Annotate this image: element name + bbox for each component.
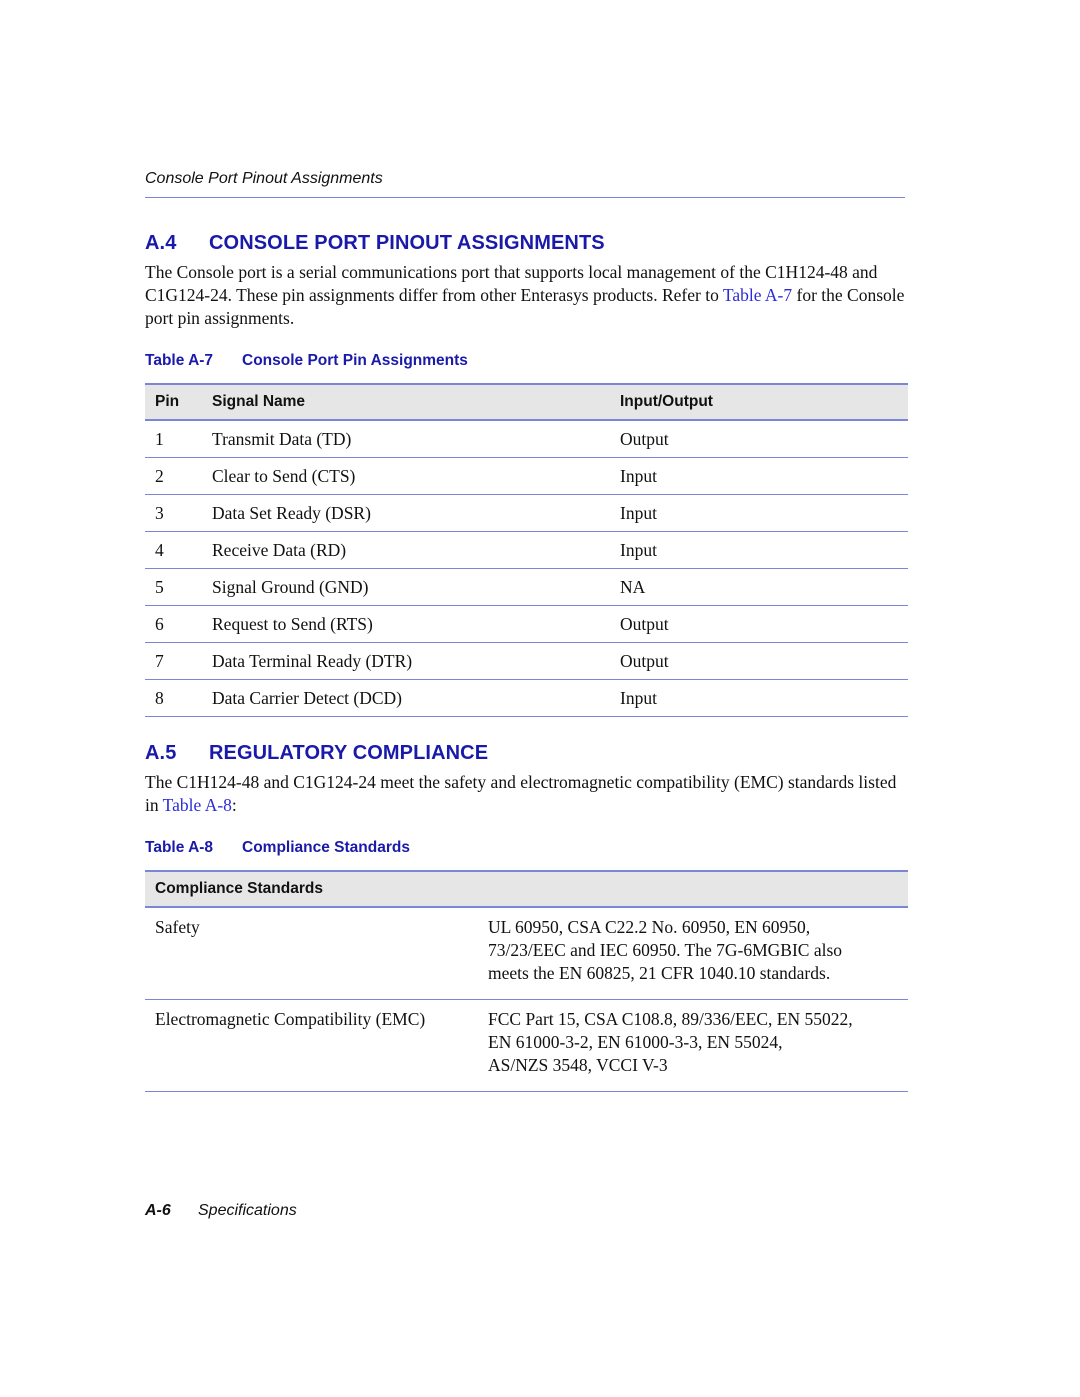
table-row: 3 Data Set Ready (DSR) Input [145,494,908,532]
pin-cell: 1 [145,420,202,458]
document-page: Console Port Pinout Assignments A.4 CONSO… [0,0,1080,1397]
standards-line: FCC Part 15, CSA C108.8, 89/336/EEC, EN … [488,1009,853,1029]
paragraph-text: The C1H124-48 and C1G124-24 meet the saf… [145,772,897,815]
section-a5-paragraph: The C1H124-48 and C1G124-24 meet the saf… [145,771,910,817]
standards-cell: FCC Part 15, CSA C108.8, 89/336/EEC, EN … [478,999,908,1092]
table-a8-link[interactable]: Table A-8 [163,795,232,815]
table-a7-link[interactable]: Table A-7 [723,285,792,305]
compliance-standards-table: Compliance Standards Safety UL 60950, CS… [145,870,908,1092]
caption-number: Table A-8 [145,839,214,856]
signal-cell: Data Carrier Detect (DCD) [202,679,610,717]
standards-line: 73/23/EEC and IEC 60950. The 7G-6MGBIC a… [488,940,843,960]
header-signal-name: Signal Name [202,383,610,421]
io-cell: NA [610,568,908,606]
table-row: 7 Data Terminal Ready (DTR) Output [145,642,908,680]
running-head: Console Port Pinout Assignments [145,170,383,187]
section-title: REGULATORY COMPLIANCE [209,742,489,764]
header-pin: Pin [145,383,202,421]
pin-cell: 3 [145,494,202,532]
pin-cell: 7 [145,642,202,680]
table-row: 1 Transmit Data (TD) Output [145,420,908,458]
io-cell: Input [610,531,908,569]
table-row: 5 Signal Ground (GND) NA [145,568,908,606]
standards-line: UL 60950, CSA C22.2 No. 60950, EN 60950, [488,917,811,937]
category-cell: Safety [145,907,478,1000]
chapter-title: Specifications [198,1202,297,1219]
standards-line: meets the EN 60825, 21 CFR 1040.10 stand… [488,963,831,983]
header-rule [145,197,905,198]
header-compliance-standards: Compliance Standards [145,870,908,908]
table-a7-caption: Table A-7 Console Port Pin Assignments [145,352,468,370]
pin-cell: 4 [145,531,202,569]
signal-cell: Clear to Send (CTS) [202,457,610,495]
pin-cell: 2 [145,457,202,495]
table-header-row: Pin Signal Name Input/Output [145,383,908,421]
table-row: Safety UL 60950, CSA C22.2 No. 60950, EN… [145,907,908,1000]
section-heading-a5: A.5 REGULATORY COMPLIANCE [145,742,488,765]
table-row: 6 Request to Send (RTS) Output [145,605,908,643]
section-number: A.4 [145,232,177,254]
standards-line: EN 61000-3-2, EN 61000-3-3, EN 55024, [488,1032,783,1052]
table-a8-caption: Table A-8 Compliance Standards [145,839,410,857]
page-number: A-6 [145,1202,171,1219]
section-number: A.5 [145,742,177,764]
io-cell: Output [610,420,908,458]
signal-cell: Request to Send (RTS) [202,605,610,643]
paragraph-text: : [231,795,237,815]
section-heading-a4: A.4 CONSOLE PORT PINOUT ASSIGNMENTS [145,232,605,255]
io-cell: Output [610,605,908,643]
pin-cell: 6 [145,605,202,643]
signal-cell: Data Terminal Ready (DTR) [202,642,610,680]
io-cell: Input [610,457,908,495]
caption-title: Compliance Standards [242,839,410,856]
section-title: CONSOLE PORT PINOUT ASSIGNMENTS [209,232,605,254]
category-cell: Electromagnetic Compatibility (EMC) [145,999,478,1092]
section-a4-paragraph: The Console port is a serial communicati… [145,261,910,330]
caption-number: Table A-7 [145,352,214,369]
table-header-row: Compliance Standards [145,870,908,908]
signal-cell: Receive Data (RD) [202,531,610,569]
pin-cell: 5 [145,568,202,606]
table-row: 8 Data Carrier Detect (DCD) Input [145,679,908,717]
table-row: 4 Receive Data (RD) Input [145,531,908,569]
table-row: 2 Clear to Send (CTS) Input [145,457,908,495]
table-row: Electromagnetic Compatibility (EMC) FCC … [145,999,908,1092]
page-footer: A-6 Specifications [145,1202,297,1220]
pin-assignments-table: Pin Signal Name Input/Output 1 Transmit D… [145,383,908,717]
signal-cell: Transmit Data (TD) [202,420,610,458]
caption-title: Console Port Pin Assignments [242,352,468,369]
standards-line: AS/NZS 3548, VCCI V-3 [488,1055,668,1075]
pin-cell: 8 [145,679,202,717]
header-input-output: Input/Output [610,383,908,421]
signal-cell: Signal Ground (GND) [202,568,610,606]
io-cell: Input [610,679,908,717]
io-cell: Output [610,642,908,680]
standards-cell: UL 60950, CSA C22.2 No. 60950, EN 60950,… [478,907,908,1000]
io-cell: Input [610,494,908,532]
signal-cell: Data Set Ready (DSR) [202,494,610,532]
